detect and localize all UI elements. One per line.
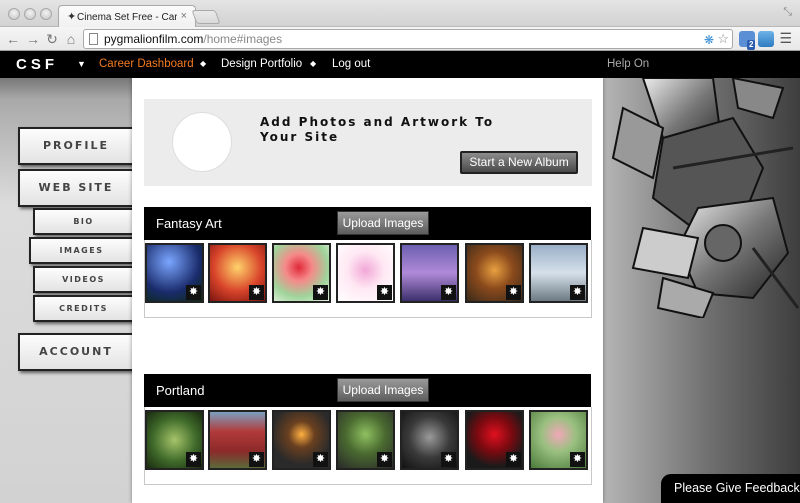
album-title: Fantasy Art	[156, 216, 222, 231]
reload-icon[interactable]: ↻	[43, 29, 61, 49]
album-thumbnail[interactable]: ✸	[272, 243, 331, 303]
album-thumbnail[interactable]: ✸	[336, 243, 395, 303]
nav-separator-icon: ◆	[310, 59, 317, 68]
nav-career-dashboard[interactable]: Career Dashboard	[99, 58, 194, 70]
feature-star-icon[interactable]: ✸	[186, 452, 201, 467]
sidebar-item-images[interactable]: Images	[29, 237, 134, 264]
album-thumbnail[interactable]: ✸	[400, 410, 459, 470]
forward-icon[interactable]: →	[24, 29, 42, 49]
feature-star-icon[interactable]: ✸	[313, 285, 328, 300]
fullscreen-icon[interactable]: ⤡	[783, 6, 792, 19]
sidebar-item-label: Images	[59, 246, 104, 255]
main-panel: Add Photos and Artwork To Your Site Star…	[132, 78, 603, 503]
feature-star-icon[interactable]: ✸	[377, 452, 392, 467]
album-thumbnail[interactable]: ✸	[145, 410, 204, 470]
upload-images-button[interactable]: Upload Images	[337, 378, 429, 402]
feature-star-icon[interactable]: ✸	[570, 285, 585, 300]
sidebar-item-label: Credits	[59, 304, 108, 313]
back-icon[interactable]: ←	[4, 29, 22, 49]
site-navbar: CSF ▼ Career Dashboard ◆ Design Portfoli…	[0, 51, 800, 78]
feedback-button[interactable]: Please Give Feedback	[661, 474, 800, 503]
logo-dropdown-icon[interactable]: ▼	[77, 59, 86, 69]
sidebar-item-credits[interactable]: Credits	[33, 295, 134, 322]
album-thumbnail[interactable]: ✸	[272, 410, 331, 470]
sidebar-item-web-site[interactable]: Web Site	[18, 169, 134, 207]
tab-close-icon[interactable]: ×	[181, 10, 187, 22]
album-thumbnail[interactable]: ✸	[208, 410, 267, 470]
album-thumbnail[interactable]: ✸	[529, 243, 588, 303]
feature-star-icon[interactable]: ✸	[570, 452, 585, 467]
feature-star-icon[interactable]: ✸	[313, 452, 328, 467]
home-icon[interactable]: ⌂	[62, 29, 80, 49]
album-thumbnail[interactable]: ✸	[145, 243, 204, 303]
album-thumbnail[interactable]: ✸	[529, 410, 588, 470]
nav-separator-icon: ◆	[200, 59, 207, 68]
extension-badge: 2	[747, 40, 756, 50]
url-path: /home#images	[203, 32, 283, 46]
feature-star-icon[interactable]: ✸	[506, 285, 521, 300]
feature-star-icon[interactable]: ✸	[441, 452, 456, 467]
album-thumbnails: ✸ ✸ ✸ ✸ ✸ ✸ ✸	[144, 407, 592, 485]
promo-title: Add Photos and Artwork To Your Site	[260, 115, 495, 144]
sidebar-item-label: Account	[39, 345, 113, 358]
help-toggle[interactable]: Help On	[607, 58, 649, 70]
sidebar-item-videos[interactable]: Videos	[33, 266, 134, 293]
feature-star-icon[interactable]: ✸	[377, 285, 392, 300]
browser-tab[interactable]: ✦ Cinema Set Free - Career D ×	[58, 5, 196, 28]
page-icon	[89, 33, 98, 45]
feature-star-icon[interactable]: ✸	[441, 285, 456, 300]
sidebar-item-profile[interactable]: Profile	[18, 127, 134, 165]
tab-title: Cinema Set Free - Career D	[77, 12, 177, 23]
sidebar-item-label: Videos	[62, 275, 105, 284]
feature-star-icon[interactable]: ✸	[506, 452, 521, 467]
zoom-window-icon[interactable]	[40, 8, 52, 20]
site-logo[interactable]: CSF	[16, 56, 58, 73]
album-header: Fantasy Art Upload Images	[144, 207, 591, 240]
album-title: Portland	[156, 383, 205, 398]
album-header: Portland Upload Images	[144, 374, 591, 407]
sidebar-item-label: Profile	[42, 139, 109, 152]
album-thumbnail[interactable]: ✸	[400, 243, 459, 303]
ninja-artwork	[611, 78, 800, 318]
album-thumbnail[interactable]: ✸	[465, 243, 524, 303]
browser-toolbar: ← → ↻ ⌂ pygmalionfilm.com/home#images ❋ …	[0, 27, 800, 51]
feature-star-icon[interactable]: ✸	[249, 452, 264, 467]
album-thumbnail[interactable]: ✸	[465, 410, 524, 470]
nav-log-out[interactable]: Log out	[332, 58, 370, 70]
address-bar[interactable]: pygmalionfilm.com/home#images ❋ ☆	[83, 29, 733, 49]
nav-design-portfolio[interactable]: Design Portfolio	[221, 58, 302, 70]
feature-star-icon[interactable]: ✸	[249, 285, 264, 300]
minimize-window-icon[interactable]	[24, 8, 36, 20]
sidebar-item-label: Bio	[73, 217, 94, 226]
promo-placeholder-image	[172, 112, 232, 172]
extension-play-icon[interactable]	[758, 31, 774, 47]
url-host: pygmalionfilm.com	[104, 32, 204, 46]
album-thumbnails: ✸ ✸ ✸ ✸ ✸ ✸ ✸	[144, 240, 592, 318]
bookmark-star-icon[interactable]: ☆	[717, 30, 729, 48]
browser-titlebar: ✦ Cinema Set Free - Career D × ⤡	[0, 0, 800, 28]
feature-star-icon[interactable]: ✸	[186, 285, 201, 300]
album-thumbnail[interactable]: ✸	[208, 243, 267, 303]
sidebar-item-account[interactable]: Account	[18, 333, 134, 371]
upload-images-button[interactable]: Upload Images	[337, 211, 429, 235]
sidebar-item-label: Web Site	[38, 181, 114, 194]
close-window-icon[interactable]	[8, 8, 20, 20]
translate-icon[interactable]: ❋	[704, 31, 714, 49]
browser-menu-icon[interactable]: ☰	[779, 30, 792, 47]
start-new-album-button[interactable]: Start a New Album	[460, 151, 578, 174]
new-tab-button[interactable]	[191, 10, 221, 24]
sidebar-item-bio[interactable]: Bio	[33, 208, 134, 235]
album-thumbnail[interactable]: ✸	[336, 410, 395, 470]
site-favicon-icon: ✦	[67, 11, 77, 23]
add-album-promo: Add Photos and Artwork To Your Site Star…	[144, 99, 592, 186]
